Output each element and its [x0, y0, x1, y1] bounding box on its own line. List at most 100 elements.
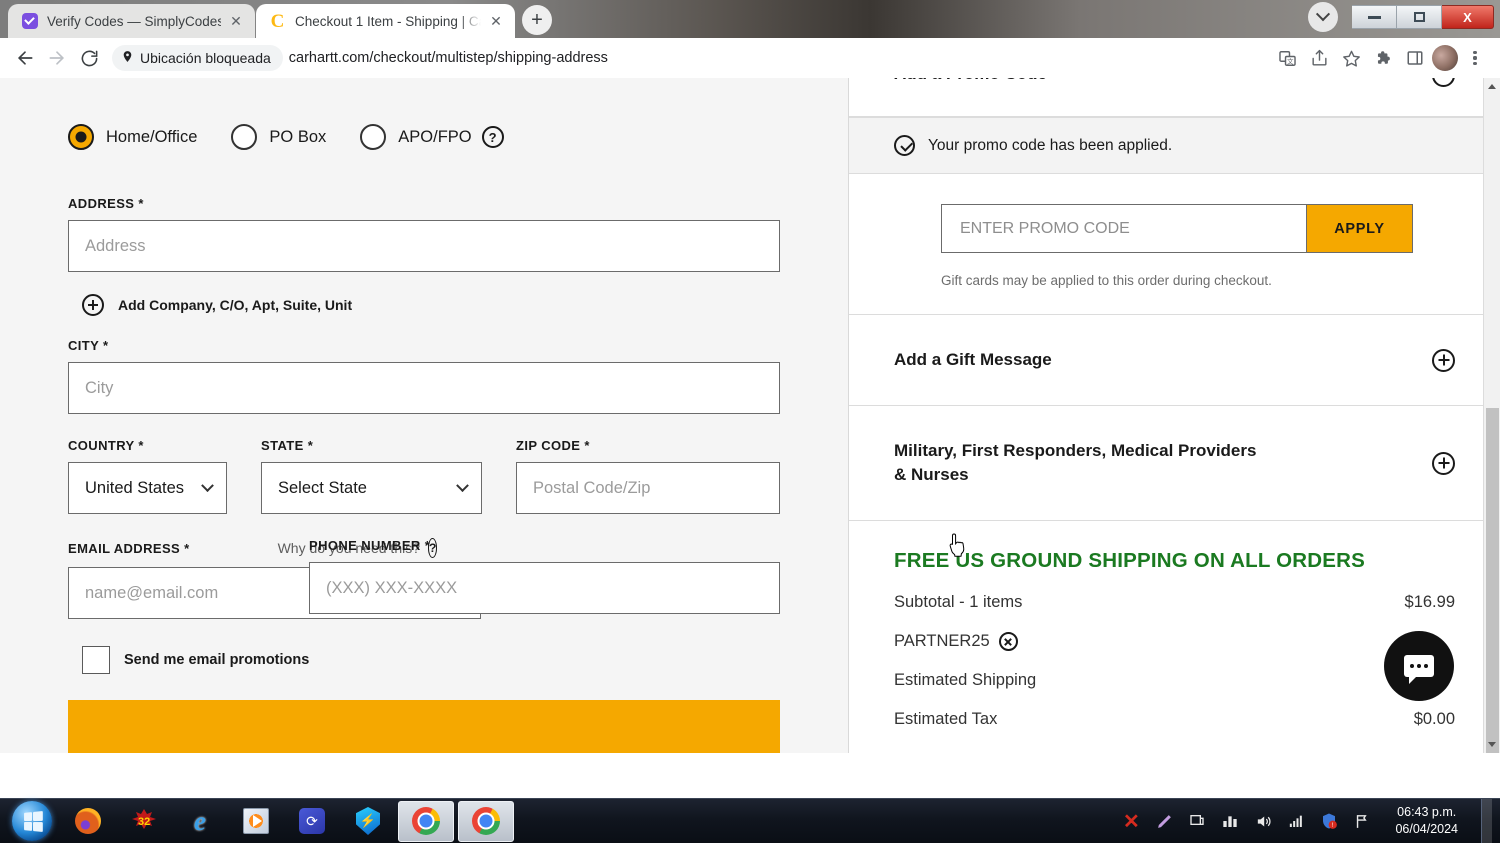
- question-mark-icon[interactable]: ?: [481, 126, 504, 148]
- shipping-address-form: Home/Office PO Box APO/FPO ? ADDRESS * A…: [0, 78, 848, 753]
- minus-circle-icon[interactable]: [1432, 78, 1455, 87]
- location-pin-icon: [121, 49, 134, 67]
- back-arrow-icon[interactable]: [10, 43, 40, 73]
- kebab-menu-icon[interactable]: [1460, 43, 1490, 73]
- close-red-x-icon[interactable]: ✕: [1121, 811, 1141, 833]
- zip-label: ZIP CODE *: [516, 438, 590, 453]
- page-scrollbar[interactable]: [1483, 78, 1500, 753]
- state-field-group: STATE * Select State: [261, 438, 482, 514]
- promo-code-header[interactable]: Add a Promo Code: [849, 78, 1500, 116]
- chart-icon[interactable]: [1220, 811, 1240, 831]
- side-panel-icon[interactable]: [1400, 43, 1430, 73]
- subtotal-value: $16.99: [1404, 593, 1455, 612]
- star-icon[interactable]: [1336, 43, 1366, 73]
- security-alert-icon[interactable]: !: [1319, 811, 1339, 831]
- promo-code-entry: APPLY Gift cards may be applied to this …: [849, 174, 1500, 315]
- plus-circle-icon[interactable]: [1432, 451, 1455, 475]
- location-blocked-label: Ubicación bloqueada: [140, 50, 271, 66]
- country-field-group: COUNTRY * United States: [68, 438, 227, 514]
- plus-circle-icon[interactable]: [1432, 348, 1455, 372]
- scroll-down-arrow-icon[interactable]: [1484, 736, 1500, 753]
- avatar[interactable]: [1432, 45, 1458, 71]
- browser-tab-carhartt-checkout[interactable]: C Checkout 1 Item - Shipping | Carh ✕: [256, 4, 515, 38]
- translate-icon[interactable]: 文: [1272, 43, 1302, 73]
- continue-button[interactable]: [68, 700, 780, 753]
- show-desktop-button[interactable]: [1481, 798, 1492, 843]
- address-bar[interactable]: Ubicación bloqueada carhartt.com/checkou…: [112, 43, 1270, 73]
- tab-title: Verify Codes — SimplyCodes: [47, 13, 221, 29]
- state-label: STATE *: [261, 438, 314, 453]
- email-phone-row: EMAIL ADDRESS * Why do you need this? ? …: [68, 538, 780, 619]
- chevron-down-icon: [456, 478, 469, 492]
- browser-tab-simplycodes[interactable]: Verify Codes — SimplyCodes ✕: [8, 4, 255, 38]
- zip-input[interactable]: [516, 462, 780, 514]
- taskbar-windows-media-player-icon[interactable]: [228, 801, 284, 842]
- address-input[interactable]: [68, 220, 780, 272]
- reload-icon[interactable]: [74, 43, 104, 73]
- taskbar-clock[interactable]: 06:43 p.m. 06/04/2024: [1385, 804, 1468, 839]
- city-input[interactable]: [68, 362, 780, 414]
- taskbar-recovery-tool-icon[interactable]: ⟳: [284, 801, 340, 842]
- mouse-cursor: [948, 532, 968, 563]
- gift-message-section[interactable]: Add a Gift Message: [849, 315, 1500, 407]
- forward-arrow-icon[interactable]: [42, 43, 72, 73]
- close-window-button[interactable]: X: [1442, 5, 1494, 29]
- country-select[interactable]: United States: [68, 462, 227, 514]
- x-circle-icon[interactable]: [998, 632, 1018, 652]
- radio-label: Home/Office: [106, 127, 198, 146]
- state-value: Select State: [278, 478, 367, 497]
- new-tab-button[interactable]: +: [522, 5, 552, 35]
- maximize-button[interactable]: [1397, 5, 1442, 29]
- location-blocked-chip[interactable]: Ubicación bloqueada: [112, 45, 283, 71]
- taskbar-security-shield-icon[interactable]: ⚡: [340, 801, 396, 842]
- phone-input[interactable]: [309, 562, 780, 614]
- totals-row-subtotal: Subtotal - 1 items $16.99: [894, 593, 1455, 612]
- flag-icon[interactable]: [1352, 811, 1372, 831]
- chevron-down-icon[interactable]: [1308, 2, 1338, 32]
- military-discount-title: Military, First Responders, Medical Prov…: [894, 439, 1256, 487]
- zip-field-group: ZIP CODE *: [516, 438, 780, 514]
- taskbar-internet-explorer-icon[interactable]: e: [172, 801, 228, 842]
- add-company-link[interactable]: Add Company, C/O, Apt, Suite, Unit: [68, 294, 780, 316]
- taskbar-firefox-icon[interactable]: [60, 801, 116, 842]
- order-summary-panel: Add a Promo Code Your promo code has bee…: [848, 78, 1500, 753]
- radio-button[interactable]: [68, 124, 94, 150]
- promo-code-input[interactable]: [941, 204, 1306, 253]
- chat-bubble-icon[interactable]: [1384, 631, 1454, 701]
- volume-icon[interactable]: [1253, 811, 1273, 831]
- scrollbar-thumb[interactable]: [1486, 408, 1499, 753]
- radio-home-office[interactable]: Home/Office: [68, 124, 197, 150]
- device-icon[interactable]: [1187, 811, 1207, 831]
- share-icon[interactable]: [1304, 43, 1334, 73]
- subtotal-label: Subtotal - 1 items: [894, 593, 1023, 612]
- phone-label: PHONE NUMBER *: [309, 538, 431, 553]
- gift-message-title: Add a Gift Message: [894, 350, 1052, 369]
- radio-apo-fpo[interactable]: APO/FPO: [360, 124, 472, 150]
- url-text: carhartt.com/checkout/multistep/shipping…: [288, 50, 608, 66]
- state-select[interactable]: Select State: [261, 462, 482, 514]
- taskbar-chrome-window-1[interactable]: [398, 800, 454, 842]
- minimize-button[interactable]: [1352, 5, 1397, 29]
- system-tray: ✕ ! 06:43 p.m. 06/04/2024: [1121, 798, 1500, 843]
- radio-label: APO/FPO: [398, 127, 472, 146]
- military-discount-section[interactable]: Military, First Responders, Medical Prov…: [849, 406, 1500, 522]
- radio-po-box[interactable]: PO Box: [231, 124, 326, 150]
- taskbar-chrome-window-2[interactable]: [458, 800, 514, 842]
- puzzle-icon[interactable]: [1368, 43, 1398, 73]
- email-promotions-checkbox-row[interactable]: Send me email promotions: [68, 646, 780, 674]
- radio-button[interactable]: [231, 124, 258, 150]
- close-tab-icon[interactable]: ✕: [485, 10, 507, 32]
- promo-applied-text: Your promo code has been applied.: [928, 136, 1173, 154]
- close-tab-icon[interactable]: ✕: [225, 10, 247, 32]
- start-button[interactable]: [4, 801, 60, 842]
- signal-bars-icon[interactable]: [1286, 811, 1306, 831]
- scroll-up-arrow-icon[interactable]: [1484, 78, 1500, 95]
- totals-row-shipping: Estimated Shipping: [894, 671, 1455, 690]
- taskbar-antivirus-icon[interactable]: 32: [116, 801, 172, 842]
- radio-button[interactable]: [360, 124, 387, 150]
- pen-icon[interactable]: [1154, 811, 1174, 831]
- country-label: COUNTRY *: [68, 438, 144, 453]
- email-promotions-checkbox[interactable]: [82, 646, 110, 674]
- email-promotions-label: Send me email promotions: [124, 652, 310, 668]
- apply-promo-button[interactable]: APPLY: [1306, 204, 1413, 253]
